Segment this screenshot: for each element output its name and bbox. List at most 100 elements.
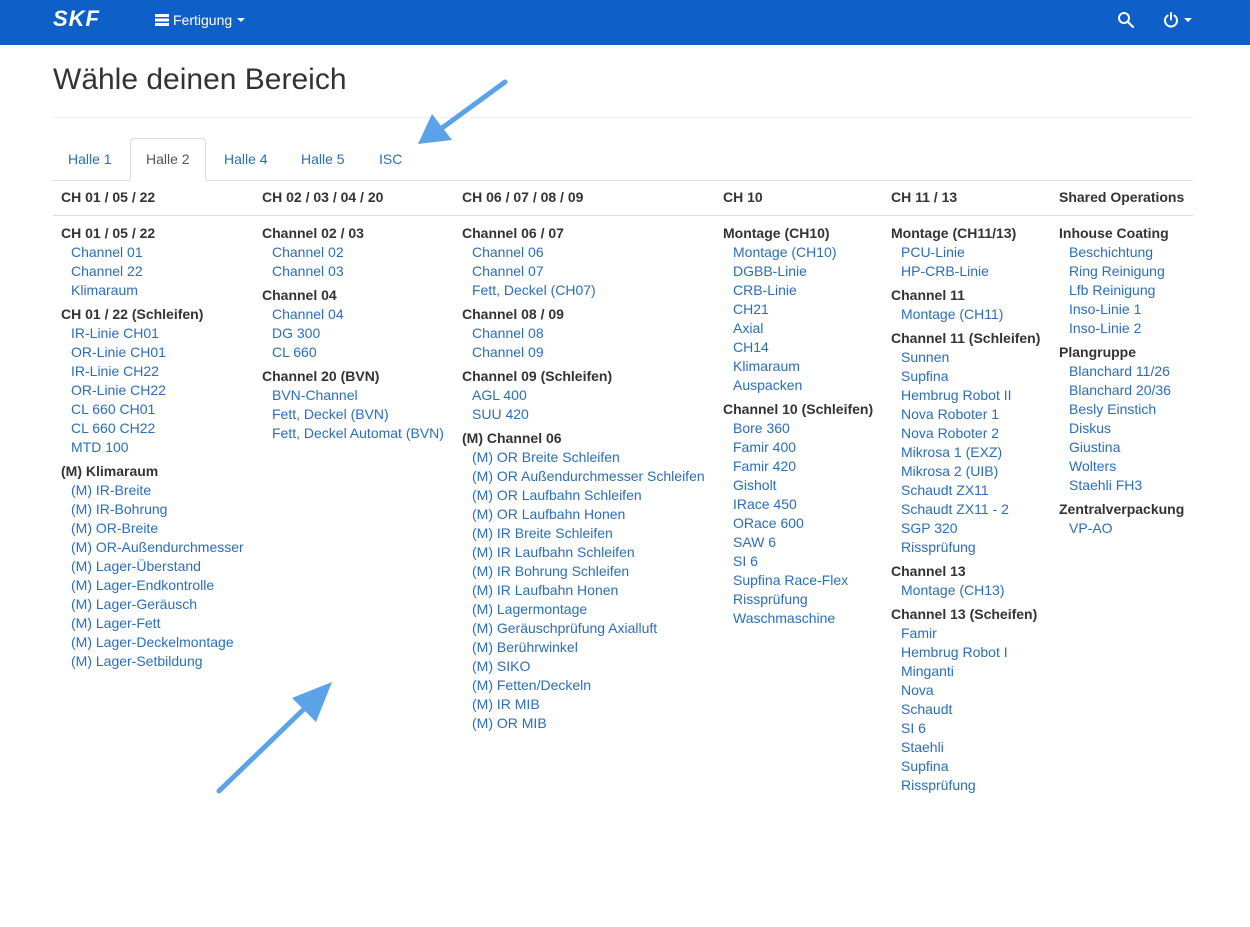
area-link-inso-linie-1[interactable]: Inso-Linie 1 — [1059, 300, 1184, 319]
area-link-m-ir-laufbahn-schleifen[interactable]: (M) IR Laufbahn Schleifen — [462, 543, 705, 562]
search-icon[interactable] — [1117, 11, 1135, 29]
area-link-rissprüfung[interactable]: Rissprüfung — [723, 590, 873, 609]
area-link-m-or-breite-schleifen[interactable]: (M) OR Breite Schleifen — [462, 448, 705, 467]
area-link-m-geräuschprüfung-axialluft[interactable]: (M) Geräuschprüfung Axialluft — [462, 619, 705, 638]
area-link-gisholt[interactable]: Gisholt — [723, 476, 873, 495]
area-link-m-lager-geräusch[interactable]: (M) Lager-Geräusch — [61, 595, 244, 614]
area-link-channel-07[interactable]: Channel 07 — [462, 262, 705, 281]
area-link-waschmaschine[interactable]: Waschmaschine — [723, 609, 873, 628]
area-link-auspacken[interactable]: Auspacken — [723, 376, 873, 395]
area-link-schaudt-zx11[interactable]: Schaudt ZX11 — [891, 481, 1040, 500]
area-link-m-ir-laufbahn-honen[interactable]: (M) IR Laufbahn Honen — [462, 581, 705, 600]
area-link-channel-09[interactable]: Channel 09 — [462, 343, 705, 362]
area-link-fett-deckel-automat-bvn[interactable]: Fett, Deckel Automat (BVN) — [262, 424, 444, 443]
area-link-m-lager-setbildung[interactable]: (M) Lager-Setbildung — [61, 652, 244, 671]
area-link-m-or-außendurchmesser-schleifen[interactable]: (M) OR Außendurchmesser Schleifen — [462, 467, 705, 486]
area-link-m-or-breite[interactable]: (M) OR-Breite — [61, 519, 244, 538]
area-link-m-or-laufbahn-schleifen[interactable]: (M) OR Laufbahn Schleifen — [462, 486, 705, 505]
area-link-suu-420[interactable]: SUU 420 — [462, 405, 705, 424]
area-link-m-berührwinkel[interactable]: (M) Berührwinkel — [462, 638, 705, 657]
area-link-ring-reinigung[interactable]: Ring Reinigung — [1059, 262, 1184, 281]
area-link-cl-660-ch01[interactable]: CL 660 CH01 — [61, 400, 244, 419]
area-link-nova-roboter-1[interactable]: Nova Roboter 1 — [891, 405, 1040, 424]
area-link-ch21[interactable]: CH21 — [723, 300, 873, 319]
area-link-m-lager-endkontrolle[interactable]: (M) Lager-Endkontrolle — [61, 576, 244, 595]
area-link-supfina-race-flex[interactable]: Supfina Race-Flex — [723, 571, 873, 590]
area-link-ir-linie-ch22[interactable]: IR-Linie CH22 — [61, 362, 244, 381]
area-link-supfina[interactable]: Supfina — [891, 367, 1040, 386]
area-link-cl-660[interactable]: CL 660 — [262, 343, 444, 362]
area-link-diskus[interactable]: Diskus — [1059, 419, 1184, 438]
area-link-famir-420[interactable]: Famir 420 — [723, 457, 873, 476]
area-link-bvn-channel[interactable]: BVN-Channel — [262, 386, 444, 405]
area-link-m-or-mib[interactable]: (M) OR MIB — [462, 714, 705, 733]
area-link-pcu-linie[interactable]: PCU-Linie — [891, 243, 1040, 262]
area-link-channel-08[interactable]: Channel 08 — [462, 324, 705, 343]
area-link-m-ir-breite-schleifen[interactable]: (M) IR Breite Schleifen — [462, 524, 705, 543]
area-link-cl-660-ch22[interactable]: CL 660 CH22 — [61, 419, 244, 438]
area-link-lfb-reinigung[interactable]: Lfb Reinigung — [1059, 281, 1184, 300]
area-link-m-ir-breite[interactable]: (M) IR-Breite — [61, 481, 244, 500]
area-link-sgp-320[interactable]: SGP 320 — [891, 519, 1040, 538]
area-link-axial[interactable]: Axial — [723, 319, 873, 338]
area-link-m-lager-überstand[interactable]: (M) Lager-Überstand — [61, 557, 244, 576]
area-link-hembrug-robot-ii[interactable]: Hembrug Robot II — [891, 386, 1040, 405]
area-link-crb-linie[interactable]: CRB-Linie — [723, 281, 873, 300]
area-link-dg-300[interactable]: DG 300 — [262, 324, 444, 343]
area-link-staehli-fh3[interactable]: Staehli FH3 — [1059, 476, 1184, 495]
area-link-dgbb-linie[interactable]: DGBB-Linie — [723, 262, 873, 281]
tab-halle-1[interactable]: Halle 1 — [53, 138, 127, 179]
area-link-channel-06[interactable]: Channel 06 — [462, 243, 705, 262]
area-link-saw-6[interactable]: SAW 6 — [723, 533, 873, 552]
area-link-m-ir-bohrung[interactable]: (M) IR-Bohrung — [61, 500, 244, 519]
area-link-nova[interactable]: Nova — [891, 681, 1040, 700]
tab-halle-4[interactable]: Halle 4 — [209, 138, 283, 179]
area-link-m-lagermontage[interactable]: (M) Lagermontage — [462, 600, 705, 619]
area-link-schaudt[interactable]: Schaudt — [891, 700, 1040, 719]
area-link-supfina[interactable]: Supfina — [891, 757, 1040, 776]
area-link-minganti[interactable]: Minganti — [891, 662, 1040, 681]
area-link-channel-01[interactable]: Channel 01 — [61, 243, 244, 262]
area-link-fett-deckel-ch07[interactable]: Fett, Deckel (CH07) — [462, 281, 705, 300]
area-link-rissprüfung[interactable]: Rissprüfung — [891, 776, 1040, 795]
area-link-besly-einstich[interactable]: Besly Einstich — [1059, 400, 1184, 419]
area-link-blanchard-20-36[interactable]: Blanchard 20/36 — [1059, 381, 1184, 400]
area-link-m-lager-fett[interactable]: (M) Lager-Fett — [61, 614, 244, 633]
area-link-schaudt-zx11-2[interactable]: Schaudt ZX11 - 2 — [891, 500, 1040, 519]
area-link-famir-400[interactable]: Famir 400 — [723, 438, 873, 457]
area-link-fett-deckel-bvn[interactable]: Fett, Deckel (BVN) — [262, 405, 444, 424]
area-link-staehli[interactable]: Staehli — [891, 738, 1040, 757]
area-link-mikrosa-2-uib[interactable]: Mikrosa 2 (UIB) — [891, 462, 1040, 481]
area-link-giustina[interactable]: Giustina — [1059, 438, 1184, 457]
area-link-m-lager-deckelmontage[interactable]: (M) Lager-Deckelmontage — [61, 633, 244, 652]
area-link-m-ir-mib[interactable]: (M) IR MIB — [462, 695, 705, 714]
area-link-channel-22[interactable]: Channel 22 — [61, 262, 244, 281]
area-link-famir[interactable]: Famir — [891, 624, 1040, 643]
user-power-menu-button[interactable] — [1163, 10, 1192, 30]
tab-halle-2[interactable]: Halle 2 — [130, 138, 206, 181]
area-link-m-siko[interactable]: (M) SIKO — [462, 657, 705, 676]
area-link-or-linie-ch01[interactable]: OR-Linie CH01 — [61, 343, 244, 362]
area-link-m-fetten-deckeln[interactable]: (M) Fetten/Deckeln — [462, 676, 705, 695]
tab-isc[interactable]: ISC — [364, 138, 417, 179]
area-link-montage-ch10[interactable]: Montage (CH10) — [723, 243, 873, 262]
area-link-channel-03[interactable]: Channel 03 — [262, 262, 444, 281]
skf-logo[interactable]: SKF — [53, 8, 127, 30]
area-link-rissprüfung[interactable]: Rissprüfung — [891, 538, 1040, 557]
area-link-si-6[interactable]: SI 6 — [723, 552, 873, 571]
area-link-klimaraum[interactable]: Klimaraum — [61, 281, 244, 300]
fertigung-menu-button[interactable]: Fertigung — [155, 10, 246, 30]
area-link-vp-ao[interactable]: VP-AO — [1059, 519, 1184, 538]
area-link-mikrosa-1-exz[interactable]: Mikrosa 1 (EXZ) — [891, 443, 1040, 462]
area-link-sunnen[interactable]: Sunnen — [891, 348, 1040, 367]
area-link-blanchard-11-26[interactable]: Blanchard 11/26 — [1059, 362, 1184, 381]
area-link-irace-450[interactable]: IRace 450 — [723, 495, 873, 514]
area-link-m-or-laufbahn-honen[interactable]: (M) OR Laufbahn Honen — [462, 505, 705, 524]
area-link-montage-ch11[interactable]: Montage (CH11) — [891, 305, 1040, 324]
area-link-si-6[interactable]: SI 6 — [891, 719, 1040, 738]
area-link-ir-linie-ch01[interactable]: IR-Linie CH01 — [61, 324, 244, 343]
area-link-hp-crb-linie[interactable]: HP-CRB-Linie — [891, 262, 1040, 281]
tab-halle-5[interactable]: Halle 5 — [286, 138, 360, 179]
area-link-channel-02[interactable]: Channel 02 — [262, 243, 444, 262]
area-link-or-linie-ch22[interactable]: OR-Linie CH22 — [61, 381, 244, 400]
